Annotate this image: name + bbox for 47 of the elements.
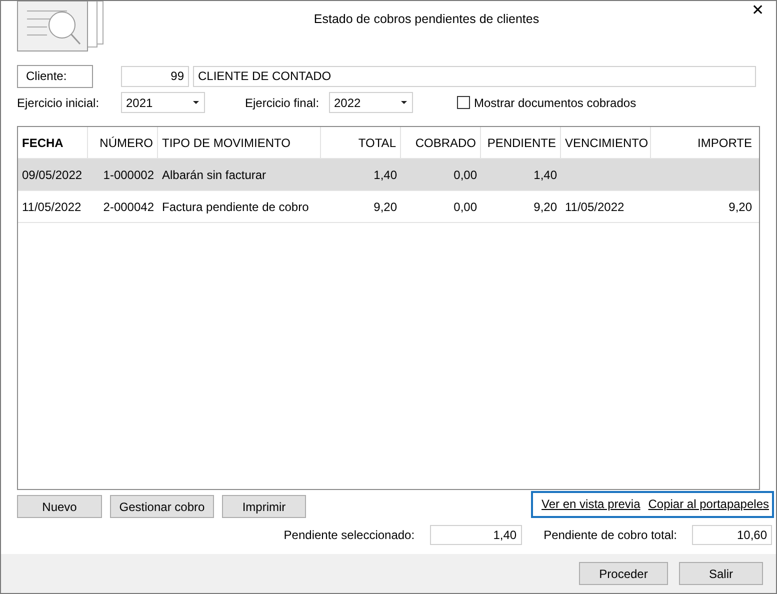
table-cell-text: 11/05/2022 [22,198,82,216]
column-header[interactable]: FECHA [18,127,88,158]
client-label: Cliente: [17,64,93,88]
table-cell-text: 0,00 [454,166,477,184]
column-header[interactable]: PENDIENTE [481,127,561,158]
table-row[interactable]: 09/05/2022 1-000002 Albarán sin facturar 1,40 0,00 1,40 [18,159,759,191]
table-cell-text: 2-000042 [103,198,154,216]
action-button[interactable]: Imprimir [222,495,306,518]
total-label: Pendiente de cobro total: [544,527,677,544]
table-cell-text: 1,40 [534,166,557,184]
link[interactable]: Copiar al portapapeles [648,495,769,513]
column-header[interactable]: COBRADO [401,127,481,158]
search-document-icon [17,1,105,52]
action-button[interactable]: Nuevo [17,495,102,518]
total-label: Pendiente seleccionado: [284,527,415,544]
table-row[interactable]: 11/05/2022 2-000042 Factura pendiente de cobro 9,20 0,00 9,20 11/05/2022 9,20 [18,191,759,223]
column-header[interactable]: TIPO DE MOVIMIENTO [158,127,321,158]
year-dropdown[interactable]: 2022 [329,92,413,113]
action-button[interactable]: Gestionar cobro [110,495,214,518]
table-cell-text: 9,20 [728,198,752,216]
table-cell-text: 11/05/2022 [565,198,624,216]
column-header[interactable]: VENCIMIENTO [561,127,651,158]
checkbox-label: Mostrar documentos cobrados [474,94,636,112]
filter-label: Ejercicio inicial: [17,94,100,112]
footer-button[interactable]: Proceder [579,562,668,585]
window-title: Estado de cobros pendientes de clientes [314,12,540,26]
column-header[interactable]: IMPORTE [651,127,756,158]
table-cell-text: Albarán sin facturar [162,166,266,184]
checkbox[interactable] [457,96,470,109]
client-code-field[interactable]: 99 [121,66,189,86]
table-cell-text: 0,00 [454,198,477,216]
total-field: 10,60 [692,525,772,545]
total-field: 1,40 [430,525,522,545]
filter-label: Ejercicio final: [245,94,320,112]
table-cell-text: 09/05/2022 [22,166,82,184]
client-name-field[interactable]: CLIENTE DE CONTADO [193,66,756,86]
table-cell-text: 1-000002 [103,166,154,184]
table-cell-text: 9,20 [374,198,397,216]
table-cell-text: Factura pendiente de cobro [162,198,309,216]
column-header[interactable]: NÚMERO [88,127,158,158]
column-header[interactable]: TOTAL [321,127,401,158]
table-cell-text: 9,20 [534,198,557,216]
link[interactable]: Ver en vista previa [542,495,640,513]
close-button[interactable]: ✕ [748,3,768,18]
table-cell-text: 1,40 [374,166,397,184]
footer-button[interactable]: Salir [679,562,763,585]
year-dropdown[interactable]: 2021 [121,92,205,113]
